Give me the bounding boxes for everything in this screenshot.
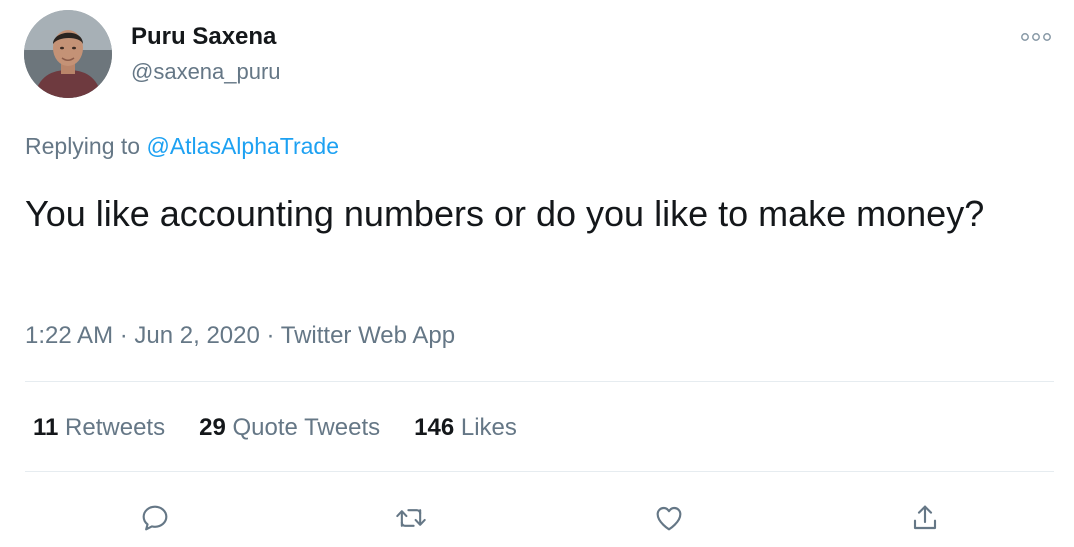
meta-separator: · bbox=[113, 322, 135, 349]
action-bar bbox=[0, 498, 1074, 538]
tweet-source-link[interactable]: Twitter Web App bbox=[281, 322, 455, 349]
replying-to-line: Replying to @AtlasAlphaTrade bbox=[25, 133, 339, 160]
divider bbox=[25, 381, 1054, 382]
retweets-stat[interactable]: 11 Retweets bbox=[33, 414, 165, 442]
more-dots-icon bbox=[1021, 33, 1051, 41]
share-button[interactable] bbox=[905, 498, 945, 538]
retweets-label: Retweets bbox=[65, 414, 166, 441]
tweet-time-link[interactable]: 1:22 AM bbox=[25, 322, 113, 349]
quote-tweets-stat[interactable]: 29 Quote Tweets bbox=[199, 414, 380, 442]
retweet-button[interactable] bbox=[391, 498, 431, 538]
tweet-meta: 1:22 AM · Jun 2, 2020 · Twitter Web App bbox=[25, 322, 455, 350]
likes-count: 146 bbox=[414, 414, 455, 441]
reply-button[interactable] bbox=[135, 498, 175, 538]
share-icon bbox=[913, 505, 937, 530]
avatar[interactable] bbox=[24, 10, 112, 98]
quote-tweets-count: 29 bbox=[199, 414, 226, 441]
tweet-date-link[interactable]: Jun 2, 2020 bbox=[134, 322, 259, 349]
divider bbox=[25, 471, 1054, 472]
reply-mention-link[interactable]: @AtlasAlphaTrade bbox=[146, 133, 339, 159]
engagement-stats: 11 Retweets 29 Quote Tweets 146 Likes bbox=[33, 414, 517, 442]
tweet-text: You like accounting numbers or do you li… bbox=[25, 193, 985, 234]
meta-separator: · bbox=[259, 322, 281, 349]
replying-to-label: Replying to bbox=[25, 133, 141, 159]
retweets-count: 11 bbox=[33, 414, 59, 441]
profile-photo-icon bbox=[24, 10, 112, 98]
reply-icon bbox=[142, 505, 168, 531]
likes-label: Likes bbox=[460, 414, 517, 441]
retweet-icon bbox=[396, 509, 426, 527]
author-handle[interactable]: @saxena_puru bbox=[131, 59, 281, 85]
like-button[interactable] bbox=[649, 498, 689, 538]
tweet-card: Puru Saxena @saxena_puru Replying to @At… bbox=[0, 0, 1074, 547]
quote-tweets-label: Quote Tweets bbox=[232, 414, 381, 441]
likes-stat[interactable]: 146 Likes bbox=[414, 414, 517, 442]
more-options-button[interactable] bbox=[1018, 26, 1054, 48]
like-icon bbox=[656, 506, 682, 531]
author-display-name[interactable]: Puru Saxena bbox=[131, 23, 276, 51]
